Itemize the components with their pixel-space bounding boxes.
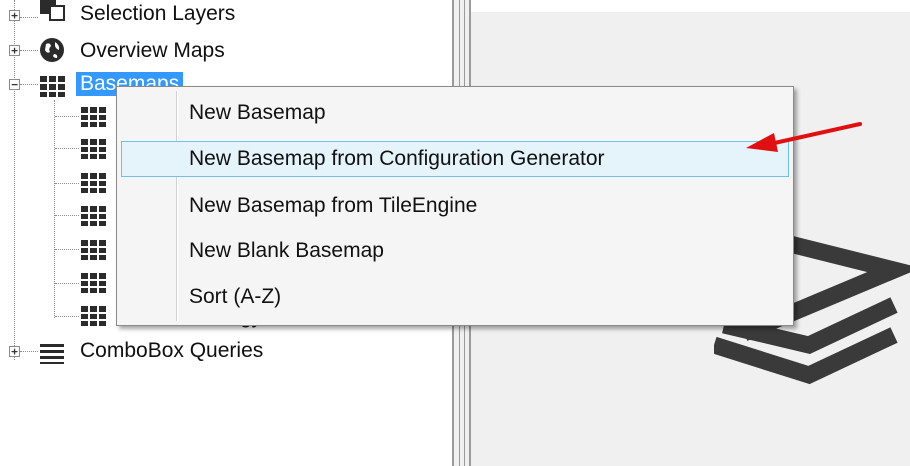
- tree-node-label: Overview Maps: [80, 39, 225, 62]
- tree-connector: [55, 283, 79, 284]
- basemap-child-icon[interactable]: [80, 305, 107, 327]
- annotation-arrow-icon: [746, 122, 862, 152]
- basemaps-context-menu: New Basemap New Basemap from Configurati…: [116, 86, 794, 326]
- tree-node-overview-maps[interactable]: + Overview Maps: [0, 33, 452, 67]
- tree-node-label: Selection Layers: [80, 2, 236, 25]
- globe-icon: [40, 38, 64, 62]
- list-icon: [40, 344, 64, 364]
- expand-icon[interactable]: +: [9, 10, 20, 21]
- menu-item-new-blank-basemap[interactable]: New Blank Basemap: [121, 233, 789, 269]
- basemap-child-icon[interactable]: [80, 272, 107, 294]
- basemap-grid-icon: [40, 76, 65, 97]
- collapse-icon[interactable]: −: [9, 79, 20, 90]
- basemap-child-icon[interactable]: [80, 172, 107, 194]
- menu-item-label: New Blank Basemap: [189, 239, 384, 262]
- tree-connector: [54, 100, 55, 318]
- basemap-child-icon[interactable]: [80, 138, 107, 160]
- expand-icon[interactable]: +: [9, 346, 20, 357]
- menu-item-new-basemap-from-configuration-generator[interactable]: New Basemap from Configuration Generator: [121, 141, 789, 177]
- basemap-child-icon[interactable]: [80, 239, 107, 261]
- tree-connector: [55, 215, 79, 216]
- tree-connector: [55, 316, 79, 317]
- menu-item-label: New Basemap: [189, 101, 326, 124]
- tree-connector: [55, 249, 79, 250]
- basemap-child-icon[interactable]: [80, 106, 107, 128]
- tree-node-selection-layers[interactable]: + Selection Layers: [0, 0, 452, 34]
- expand-icon[interactable]: +: [9, 45, 20, 56]
- menu-item-new-basemap-from-tileengine[interactable]: New Basemap from TileEngine: [121, 188, 789, 224]
- tree-connector: [55, 183, 79, 184]
- menu-item-label: New Basemap from Configuration Generator: [189, 147, 605, 170]
- basemap-child-icon[interactable]: [80, 205, 107, 227]
- tree-node-label: ComboBox Queries: [80, 339, 264, 362]
- menu-item-sort-a-z[interactable]: Sort (A-Z): [121, 279, 789, 315]
- tree-connector: [55, 116, 79, 117]
- selection-layers-icon: [40, 0, 65, 21]
- tree-connector: [55, 148, 79, 149]
- menu-item-label: Sort (A-Z): [189, 285, 282, 308]
- menu-item-new-basemap[interactable]: New Basemap: [121, 95, 789, 131]
- tree-node-combobox-queries[interactable]: + ComboBox Queries: [0, 334, 452, 368]
- menu-item-label: New Basemap from TileEngine: [189, 194, 478, 217]
